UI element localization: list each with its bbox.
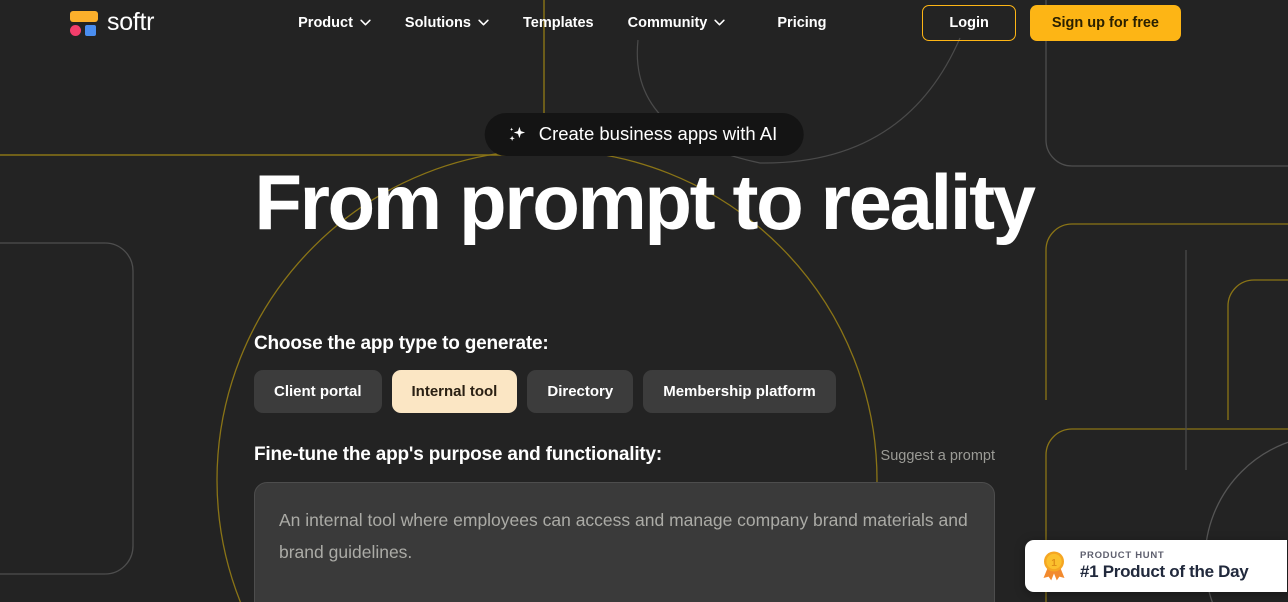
product-hunt-eyebrow: PRODUCT HUNT xyxy=(1080,550,1165,561)
nav-label: Templates xyxy=(522,14,594,31)
chevron-down-icon xyxy=(478,19,489,26)
apptype-client-portal[interactable]: Client portal xyxy=(254,370,382,413)
nav-item-solutions[interactable]: Solutions xyxy=(388,9,506,37)
primary-nav: Product Solutions Templates Community Pr… xyxy=(281,9,843,37)
nav-item-product[interactable]: Product xyxy=(281,9,388,37)
nav-item-community[interactable]: Community xyxy=(611,9,743,37)
create-apps-with-ai-badge[interactable]: Create business apps with AI xyxy=(484,113,804,156)
softr-landing-page: softr Product Solutions Templates Commun… xyxy=(0,0,1288,602)
signup-button[interactable]: Sign up for free xyxy=(1029,4,1181,41)
logo-wordmark: softr xyxy=(107,8,155,36)
nav-item-templates[interactable]: Templates xyxy=(506,9,611,37)
site-header: softr Product Solutions Templates Commun… xyxy=(0,0,1288,45)
finetune-label: Fine-tune the app's purpose and function… xyxy=(254,444,663,465)
nav-label: Community xyxy=(627,14,708,31)
softr-logo-icon xyxy=(70,9,98,37)
logo-bar-shape xyxy=(70,10,98,22)
prompt-input[interactable] xyxy=(254,482,995,602)
app-generator-panel: Choose the app type to generate: Client … xyxy=(254,333,995,602)
sparkle-icon xyxy=(509,126,526,141)
product-hunt-badge[interactable]: 1 PRODUCT HUNT #1 Product of the Day xyxy=(1025,540,1287,592)
medal-icon: 1 xyxy=(1043,551,1065,581)
svg-text:1: 1 xyxy=(1051,558,1057,569)
product-hunt-text: PRODUCT HUNT #1 Product of the Day xyxy=(1080,550,1249,582)
page-title: From prompt to reality xyxy=(254,158,1036,246)
apptype-label: Choose the app type to generate: xyxy=(254,333,549,354)
nav-item-pricing[interactable]: Pricing xyxy=(760,9,843,37)
apptype-directory[interactable]: Directory xyxy=(527,370,634,413)
logo[interactable]: softr xyxy=(70,8,154,37)
header-actions: Login Sign up for free xyxy=(922,4,1181,41)
logo-circle-shape xyxy=(70,24,81,36)
apptype-internal-tool[interactable]: Internal tool xyxy=(391,370,518,413)
ai-badge-label: Create business apps with AI xyxy=(538,123,778,144)
apptype-options: Client portal Internal tool Directory Me… xyxy=(254,370,995,413)
suggest-a-prompt-link[interactable]: Suggest a prompt xyxy=(881,448,995,464)
apptype-membership-platform[interactable]: Membership platform xyxy=(643,370,836,413)
nav-label: Product xyxy=(298,14,353,31)
logo-square-shape xyxy=(85,24,96,36)
nav-label: Solutions xyxy=(404,14,471,31)
chevron-down-icon xyxy=(360,19,371,26)
nav-label: Pricing xyxy=(777,14,827,31)
login-button[interactable]: Login xyxy=(922,4,1016,41)
finetune-header-row: Fine-tune the app's purpose and function… xyxy=(254,444,995,466)
chevron-down-icon xyxy=(714,19,726,26)
product-hunt-title: #1 Product of the Day xyxy=(1080,562,1249,581)
